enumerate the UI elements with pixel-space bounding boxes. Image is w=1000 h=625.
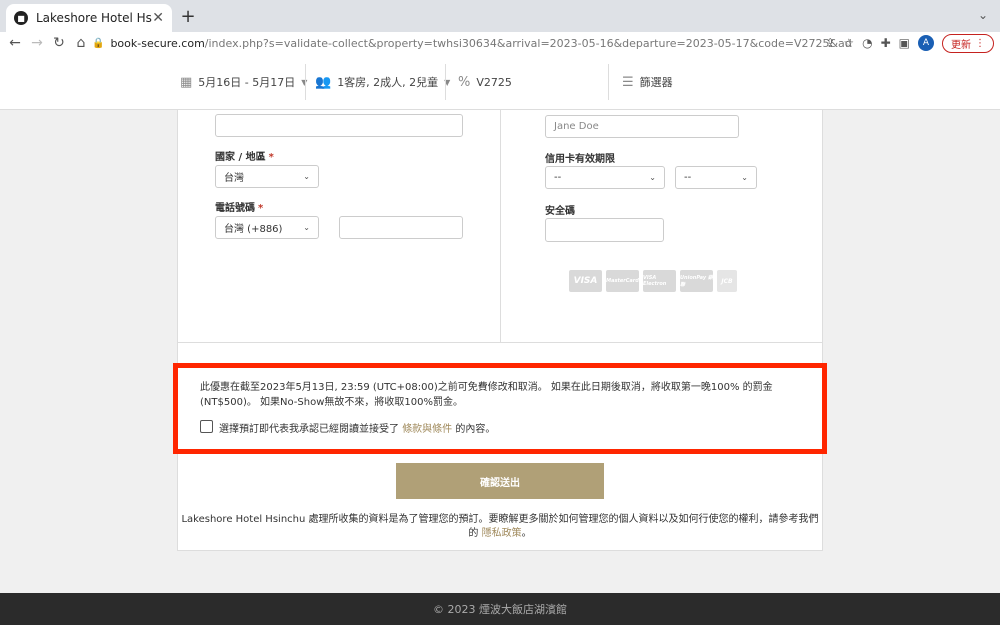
- cvv-label: 安全碼: [545, 202, 575, 217]
- percent-icon: %: [458, 75, 470, 90]
- column-divider: [500, 110, 501, 342]
- tab-title: Lakeshore Hotel Hsinchu: [36, 11, 152, 25]
- required-mark: *: [258, 203, 263, 214]
- tab-search-icon[interactable]: ⌄: [978, 8, 988, 22]
- expiry-label: 信用卡有效期限: [545, 150, 615, 165]
- guest-selector[interactable]: 👥 1客房, 2成人, 2兒童 ▼: [315, 54, 450, 110]
- cancellation-policy-box: 此優惠在截至2023年5月13日, 23:59 (UTC+08:00)之前可免費…: [173, 363, 827, 454]
- reload-icon[interactable]: ↻: [48, 35, 70, 51]
- phone-label-text: 電話號碼: [215, 203, 255, 214]
- terms-agreement: 選擇預訂即代表我承認已經閱讀並接受了 條款與條件 的內容。: [219, 420, 495, 435]
- expiry-month-value: --: [554, 172, 561, 183]
- home-icon[interactable]: ⌂: [70, 35, 92, 51]
- address-input[interactable]: [215, 114, 463, 137]
- guest-summary: 1客房, 2成人, 2兒童: [337, 74, 438, 90]
- header-divider: [305, 64, 306, 100]
- update-button[interactable]: 更新 ⋮: [942, 34, 994, 53]
- cardholder-name-input[interactable]: Jane Doe: [545, 115, 739, 138]
- bookmark-star-icon[interactable]: ☆: [843, 36, 854, 50]
- section-divider: [177, 342, 823, 343]
- address-bar[interactable]: 🔒 book-secure.com /index.php?s=validate-…: [92, 32, 852, 54]
- extension-icon[interactable]: ◔: [862, 36, 872, 50]
- chevron-down-icon: ⌄: [303, 172, 310, 181]
- date-range: 5月16日 - 5月17日: [198, 74, 295, 90]
- cvv-input[interactable]: [545, 218, 664, 242]
- accepted-cards: VISA MasterCard VISA Electron UnionPay 銀…: [569, 270, 737, 292]
- privacy-suffix: 。: [522, 528, 532, 539]
- profile-avatar[interactable]: A: [918, 35, 934, 51]
- phone-number-input[interactable]: [339, 216, 463, 239]
- sliders-icon: ☰: [622, 75, 634, 90]
- back-icon[interactable]: ←: [4, 35, 26, 51]
- filter-button[interactable]: ☰ 篩選器: [622, 54, 673, 110]
- url-host: book-secure.com: [110, 37, 204, 50]
- agree-prefix: 選擇預訂即代表我承認已經閱讀並接受了: [219, 424, 399, 435]
- visa-electron-logo-icon: VISA Electron: [643, 270, 676, 292]
- phone-country-code-select[interactable]: 台灣 (+886) ⌄: [215, 216, 319, 239]
- cancellation-policy-text: 此優惠在截至2023年5月13日, 23:59 (UTC+08:00)之前可免費…: [200, 380, 820, 410]
- site-footer: © 2023 煙波大飯店湖濱館: [0, 593, 1000, 625]
- phone-code-value: 台灣 (+886): [224, 220, 282, 235]
- update-label: 更新: [951, 36, 971, 51]
- terms-link[interactable]: 條款與條件: [402, 424, 452, 435]
- cardholder-name-placeholder: Jane Doe: [554, 121, 599, 132]
- chevron-down-icon: ⌄: [741, 173, 748, 182]
- confirm-submit-button[interactable]: 確認送出: [396, 463, 604, 499]
- footer-copyright: © 2023 煙波大飯店湖濱館: [433, 601, 567, 617]
- close-tab-icon[interactable]: ✕: [152, 10, 164, 26]
- new-tab-icon[interactable]: +: [178, 6, 198, 27]
- side-panel-icon[interactable]: ▣: [899, 36, 910, 50]
- filter-label: 篩選器: [640, 74, 673, 90]
- guests-icon: 👥: [315, 75, 331, 90]
- expiry-year-select[interactable]: -- ⌄: [675, 166, 757, 189]
- hotel-favicon-icon: ■: [14, 11, 28, 25]
- browser-tabbar: ■ Lakeshore Hotel Hsinchu ✕ + ⌄: [0, 0, 1000, 32]
- country-select[interactable]: 台灣 ⌄: [215, 165, 319, 188]
- browser-toolbar: ← → ↻ ⌂ 🔒 book-secure.com /index.php?s=v…: [0, 32, 1000, 54]
- puzzle-extensions-icon[interactable]: ✚: [881, 36, 891, 50]
- country-label-text: 國家 / 地區: [215, 152, 266, 163]
- promo-code[interactable]: % V2725: [458, 54, 512, 110]
- promo-code-value: V2725: [476, 76, 512, 89]
- phone-label: 電話號碼*: [215, 199, 263, 214]
- required-mark: *: [269, 152, 274, 163]
- browser-tab[interactable]: ■ Lakeshore Hotel Hsinchu ✕: [6, 4, 172, 32]
- unionpay-logo-icon: UnionPay 銀聯: [680, 270, 713, 292]
- terms-checkbox[interactable]: [200, 420, 213, 433]
- visa-logo-icon: VISA: [569, 270, 602, 292]
- privacy-notice: Lakeshore Hotel Hsinchu 處理所收集的資料是為了管理您的預…: [180, 513, 820, 541]
- privacy-policy-link[interactable]: 隱私政策: [482, 528, 522, 539]
- country-value: 台灣: [224, 169, 244, 184]
- more-menu-icon: ⋮: [975, 38, 985, 49]
- country-label: 國家 / 地區*: [215, 148, 274, 163]
- agree-suffix: 的內容。: [455, 424, 495, 435]
- expiry-month-select[interactable]: -- ⌄: [545, 166, 665, 189]
- chevron-down-icon: ⌄: [303, 223, 310, 232]
- share-icon[interactable]: ⇪: [825, 36, 835, 50]
- booking-header: ▦ 5月16日 - 5月17日 ▼ 👥 1客房, 2成人, 2兒童 ▼ % V2…: [0, 54, 1000, 110]
- mastercard-logo-icon: MasterCard: [606, 270, 639, 292]
- calendar-icon: ▦: [180, 75, 192, 90]
- chevron-down-icon: ⌄: [649, 173, 656, 182]
- jcb-logo-icon: JCB: [717, 270, 737, 292]
- header-divider: [608, 64, 609, 100]
- header-divider: [445, 64, 446, 100]
- date-selector[interactable]: ▦ 5月16日 - 5月17日 ▼: [180, 54, 307, 110]
- forward-icon[interactable]: →: [26, 35, 48, 51]
- lock-icon[interactable]: 🔒: [92, 38, 104, 49]
- url-path: /index.php?s=validate-collect&property=t…: [205, 37, 852, 50]
- expiry-year-value: --: [684, 172, 691, 183]
- toolbar-actions: ⇪ ☆ ◔ ✚ ▣ A 更新 ⋮: [825, 32, 994, 54]
